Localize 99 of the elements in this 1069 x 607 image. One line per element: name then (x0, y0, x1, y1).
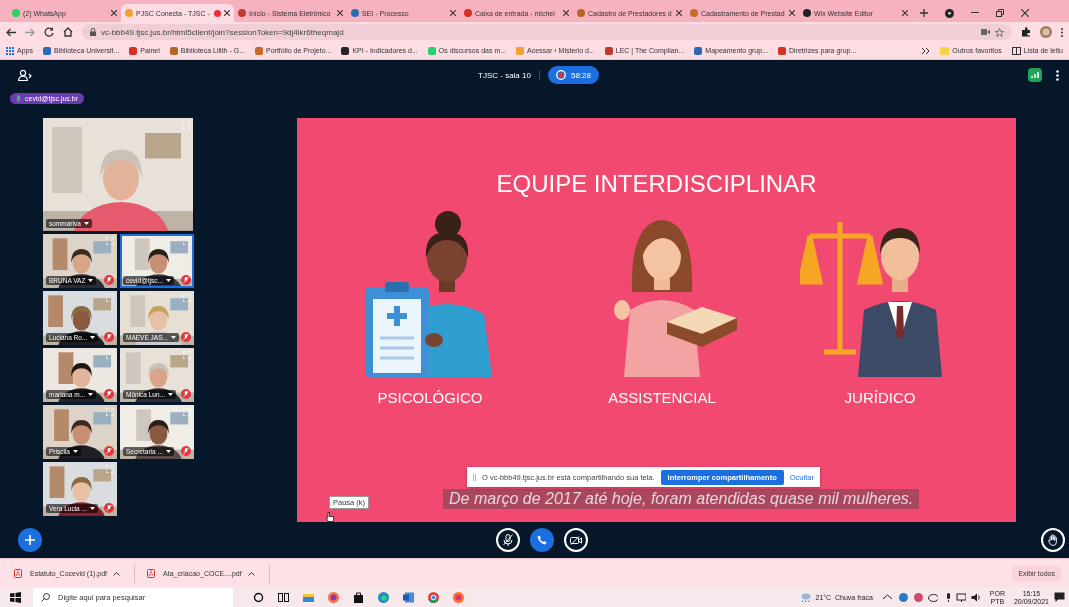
caret-icon (89, 507, 95, 510)
menu-icon[interactable] (1056, 69, 1059, 81)
apps-icon (6, 46, 14, 55)
room-name: TJSC - sala 10 (478, 70, 531, 80)
more-bookmarks-icon[interactable] (922, 47, 931, 54)
phone-icon (536, 535, 547, 545)
site-icon (169, 46, 178, 55)
role-label: JURÍDICO (843, 389, 917, 406)
close-icon[interactable] (563, 10, 569, 16)
site-icon (125, 9, 133, 17)
new-tab-icon[interactable] (920, 9, 928, 17)
caret-icon (165, 450, 171, 453)
shopping-bag-icon[interactable] (353, 592, 364, 603)
caret-icon (72, 450, 78, 453)
site-icon (42, 46, 51, 55)
close-icon[interactable] (789, 10, 795, 16)
tray-app-icon[interactable] (897, 592, 908, 603)
extensions-icon[interactable] (1021, 27, 1031, 37)
site-icon (255, 46, 263, 55)
drag-handle-icon[interactable] (473, 473, 476, 481)
camera-off-icon (569, 535, 582, 545)
avatar-icon[interactable] (1040, 26, 1052, 38)
raise-hand-button[interactable] (1041, 528, 1065, 552)
recording-button[interactable]: 58:28 (547, 66, 599, 84)
close-icon[interactable] (902, 10, 908, 16)
windows-logo-icon[interactable] (10, 592, 21, 603)
back-icon[interactable] (6, 27, 16, 37)
site-icon (238, 9, 246, 17)
site-icon (341, 46, 350, 55)
site-icon (427, 46, 436, 55)
star-icon[interactable] (995, 27, 1004, 37)
notifications-icon[interactable] (1054, 592, 1065, 603)
close-icon[interactable] (337, 10, 343, 16)
mic-icon (16, 94, 21, 102)
camera-icon[interactable] (981, 29, 990, 35)
close-icon[interactable] (676, 10, 682, 16)
unmute-button[interactable] (495, 528, 520, 552)
pdf-file-icon (147, 569, 156, 578)
phone-button[interactable] (529, 528, 554, 552)
caret-icon (83, 221, 89, 225)
site-icon (694, 46, 703, 55)
home-icon[interactable] (63, 27, 73, 37)
browser-icon[interactable] (453, 592, 464, 603)
caret-icon (88, 279, 94, 282)
site-icon (604, 46, 613, 55)
ring-icon[interactable] (253, 592, 264, 603)
site-icon (516, 46, 525, 55)
lock-icon (90, 28, 96, 36)
address-bar[interactable]: vc-bbb49.tjsc.jus.br/html5client/join?sessionToken=9dj4ikr6theqmajd (82, 24, 1012, 40)
hand-cursor-icon (326, 512, 334, 522)
document-app-icon[interactable] (403, 592, 414, 603)
cloud-icon[interactable] (927, 592, 938, 603)
site-icon (129, 46, 138, 55)
minimize-icon[interactable] (971, 12, 979, 14)
caret-icon (90, 336, 96, 339)
camera-off-button[interactable] (563, 528, 588, 552)
connection-status-icon[interactable] (1028, 68, 1042, 82)
browser-icon[interactable] (328, 592, 339, 603)
pdf-file-icon (14, 569, 22, 578)
speaker-icon[interactable] (970, 592, 981, 603)
close-icon[interactable] (111, 10, 117, 16)
site-icon (577, 9, 585, 17)
search-icon (41, 593, 50, 602)
task-view-icon[interactable] (278, 592, 289, 603)
browser-icon[interactable] (378, 592, 389, 603)
caret-icon[interactable] (247, 571, 255, 576)
site-icon (690, 9, 698, 17)
actions-button[interactable] (18, 528, 42, 552)
profile-menu-icon[interactable] (945, 8, 954, 18)
caret-icon (165, 279, 171, 282)
site-icon (351, 9, 359, 17)
users-list-icon[interactable] (18, 69, 32, 81)
folder-icon[interactable] (303, 592, 314, 603)
caret-icon (168, 393, 174, 396)
role-label: PSICOLÓGICO (377, 389, 483, 406)
close-icon[interactable] (450, 10, 456, 16)
restore-icon[interactable] (996, 9, 1004, 17)
network-icon[interactable] (955, 592, 966, 603)
tray-app-icon[interactable] (912, 592, 923, 603)
close-icon[interactable] (1021, 9, 1029, 17)
recording-icon (555, 70, 566, 80)
close-icon[interactable] (224, 10, 230, 16)
role-label: ASSISTENCIAL (607, 389, 717, 406)
site-icon (12, 9, 20, 17)
slide-caption: De março de 2017 até hoje, foram atendidas quase mil mulheres. (443, 489, 920, 509)
plus-icon (25, 535, 35, 545)
muted-mic-icon (502, 534, 513, 546)
site-icon (464, 9, 472, 17)
caret-icon[interactable] (113, 571, 121, 576)
reload-icon[interactable] (44, 27, 54, 37)
site-icon (778, 46, 786, 55)
slide-title: EQUIPE INTERDISCIPLINAR (495, 170, 818, 198)
browser-icon[interactable] (428, 592, 439, 603)
caret-icon (88, 393, 94, 396)
site-icon (803, 9, 811, 17)
reading-list-icon (1011, 46, 1021, 55)
caret-icon (170, 336, 176, 339)
folder-icon (940, 46, 950, 55)
hand-icon (1048, 534, 1058, 546)
